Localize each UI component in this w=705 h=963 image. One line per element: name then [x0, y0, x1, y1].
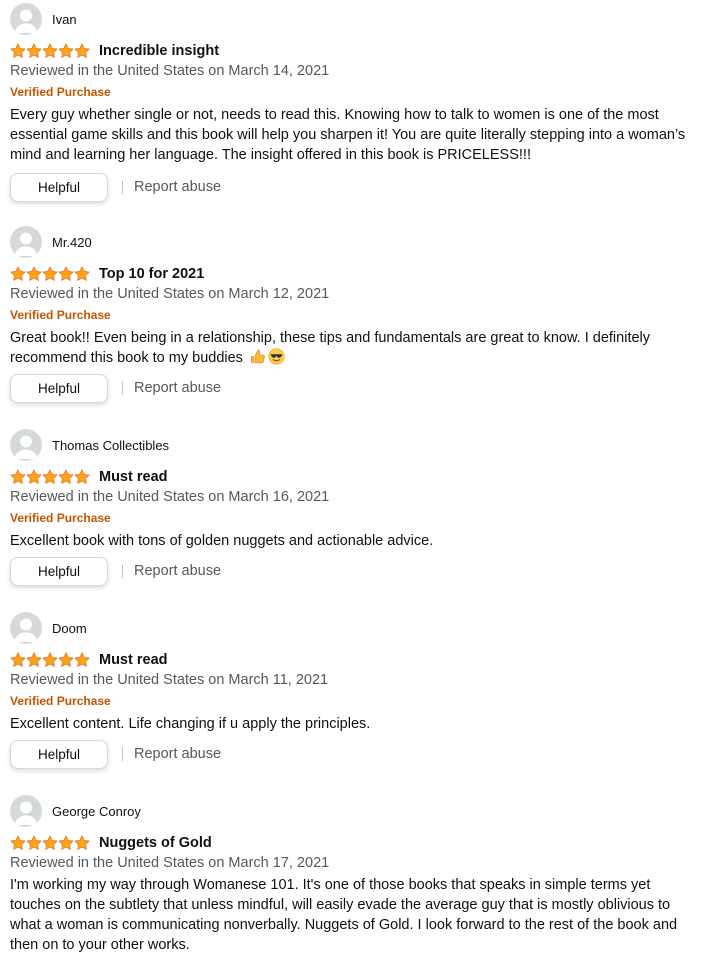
star-icon — [58, 266, 74, 282]
verified-purchase-badge[interactable]: Verified Purchase — [10, 85, 111, 99]
review-body: Excellent content. Life changing if u ap… — [10, 716, 371, 732]
reviewer-profile[interactable]: Doom — [10, 611, 87, 645]
review-date: Reviewed in the United States on March 1… — [10, 489, 330, 505]
reviewer-profile[interactable]: Mr.420 — [10, 225, 92, 259]
report-abuse-link[interactable]: Report abuse — [134, 563, 221, 579]
star-icon — [26, 835, 42, 851]
review-title[interactable]: Must read — [99, 469, 168, 485]
review-body-container: Great book!! Even being in a relationshi… — [10, 328, 695, 368]
star-icon — [42, 469, 58, 485]
star-icon — [26, 469, 42, 485]
avatar-icon — [10, 226, 42, 258]
star-icon — [74, 652, 90, 668]
review-date: Reviewed in the United States on March 1… — [10, 855, 330, 871]
helpful-button[interactable]: Helpful — [10, 739, 108, 769]
helpful-button[interactable]: Helpful — [10, 172, 108, 202]
star-icon — [42, 266, 58, 282]
star-icon — [58, 43, 74, 59]
report-abuse-link[interactable]: Report abuse — [134, 746, 221, 762]
avatar-icon — [10, 612, 42, 644]
review-title[interactable]: Incredible insight — [99, 43, 219, 59]
review-body: Every guy whether single or not, needs t… — [10, 107, 686, 163]
thumbs-up-icon — [249, 348, 266, 365]
reviewer-name[interactable]: Mr.420 — [52, 235, 92, 250]
reviewer-name[interactable]: Doom — [52, 621, 87, 636]
star-rating[interactable] — [10, 266, 90, 282]
star-icon — [26, 266, 42, 282]
star-icon — [74, 835, 90, 851]
verified-purchase-badge[interactable]: Verified Purchase — [10, 511, 111, 525]
star-icon — [58, 652, 74, 668]
review-body: Excellent book with tons of golden nugge… — [10, 533, 434, 549]
review-date: Reviewed in the United States on March 1… — [10, 286, 330, 302]
reviewer-name[interactable]: Thomas Collectibles — [52, 438, 169, 453]
review-title[interactable]: Must read — [99, 652, 168, 668]
review-date: Reviewed in the United States on March 1… — [10, 672, 329, 688]
report-abuse-link[interactable]: Report abuse — [134, 380, 221, 396]
verified-purchase-badge[interactable]: Verified Purchase — [10, 308, 111, 322]
reviewer-name[interactable]: Ivan — [52, 12, 77, 27]
star-icon — [10, 266, 26, 282]
sunglasses-face-icon — [268, 348, 285, 365]
reviewer-profile[interactable]: Thomas Collectibles — [10, 428, 169, 462]
star-icon — [74, 469, 90, 485]
report-abuse-link[interactable]: Report abuse — [134, 179, 221, 195]
star-icon — [74, 266, 90, 282]
divider — [122, 564, 123, 578]
avatar-icon — [10, 795, 42, 827]
star-icon — [26, 43, 42, 59]
reviewer-profile[interactable]: Ivan — [10, 2, 77, 36]
divider — [122, 381, 123, 395]
star-icon — [58, 469, 74, 485]
helpful-button[interactable]: Helpful — [10, 373, 108, 403]
helpful-button[interactable]: Helpful — [10, 556, 108, 586]
avatar-icon — [10, 429, 42, 461]
review-body: I'm working my way through Womanese 101.… — [10, 877, 678, 953]
star-icon — [26, 652, 42, 668]
star-icon — [42, 43, 58, 59]
star-icon — [42, 835, 58, 851]
star-icon — [10, 652, 26, 668]
star-rating[interactable] — [10, 43, 90, 59]
star-icon — [58, 835, 74, 851]
review-title[interactable]: Nuggets of Gold — [99, 835, 212, 851]
star-icon — [42, 652, 58, 668]
star-rating[interactable] — [10, 652, 90, 668]
star-icon — [10, 43, 26, 59]
star-icon — [10, 469, 26, 485]
avatar-icon — [10, 3, 42, 35]
reviewer-profile[interactable]: George Conroy — [10, 794, 141, 828]
star-icon — [74, 43, 90, 59]
review-date: Reviewed in the United States on March 1… — [10, 63, 330, 79]
star-rating[interactable] — [10, 469, 90, 485]
star-rating[interactable] — [10, 835, 90, 851]
reviewer-name[interactable]: George Conroy — [52, 804, 141, 819]
divider — [122, 747, 123, 761]
star-icon — [10, 835, 26, 851]
review-title[interactable]: Top 10 for 2021 — [99, 266, 204, 282]
divider — [122, 180, 123, 194]
review-body: Great book!! Even being in a relationshi… — [10, 330, 651, 366]
verified-purchase-badge[interactable]: Verified Purchase — [10, 694, 111, 708]
